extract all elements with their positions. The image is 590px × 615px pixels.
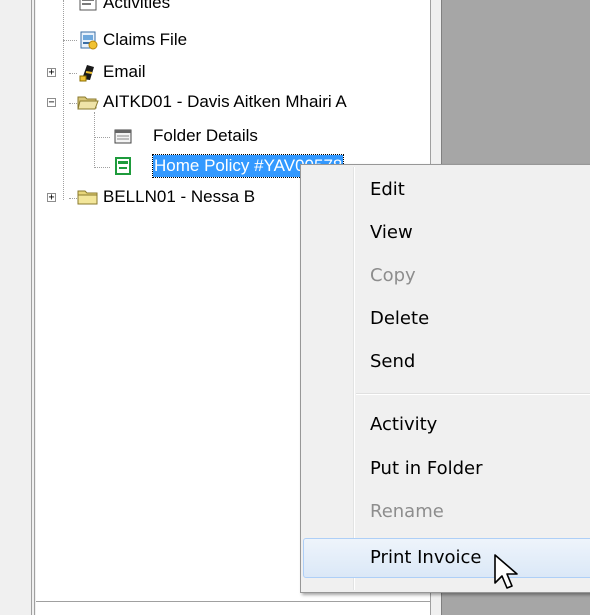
menu-item-copy[interactable]: Copy bbox=[303, 256, 590, 296]
menu-item-label: View bbox=[370, 222, 413, 243]
email-icon bbox=[78, 62, 98, 82]
activities-icon bbox=[78, 0, 98, 13]
menu-item-view[interactable]: View bbox=[303, 213, 590, 253]
menu-item-delete[interactable]: Delete bbox=[303, 299, 590, 339]
tree-item-label: Email bbox=[103, 62, 146, 81]
tree-item-claims-file[interactable]: Claims File bbox=[36, 29, 430, 51]
menu-item-activity[interactable]: Activity bbox=[303, 405, 590, 445]
tree-item-label: AITKD01 - Davis Aitken Mhairi A bbox=[103, 92, 347, 111]
expand-button[interactable]: + bbox=[47, 193, 56, 203]
menu-item-put-in-folder[interactable]: Put in Folder bbox=[303, 449, 590, 489]
tree-item-label: Folder Details bbox=[153, 126, 258, 145]
tree-item-label: Activities bbox=[103, 0, 171, 12]
mouse-pointer-icon bbox=[493, 553, 525, 593]
expand-button[interactable]: + bbox=[47, 68, 56, 78]
panel-bottom-border bbox=[36, 601, 430, 602]
menu-item-print-invoice[interactable]: Print Invoice bbox=[303, 538, 590, 578]
tree-item-email[interactable]: + Email bbox=[36, 61, 430, 83]
menu-item-rename[interactable]: Rename bbox=[303, 492, 590, 532]
tree-item-label: BELLN01 - Nessa B bbox=[103, 187, 256, 206]
tree-item-folder-details[interactable]: Folder Details bbox=[36, 125, 430, 147]
policy-document-icon bbox=[113, 156, 133, 176]
menu-item-label: Print Invoice bbox=[370, 547, 482, 568]
context-menu: Edit View Copy Delete Send Activity Put … bbox=[300, 164, 590, 593]
menu-item-label: Edit bbox=[370, 179, 405, 200]
menu-item-label: Send bbox=[370, 351, 416, 372]
tree-item-aitkd01[interactable]: − AITKD01 - Davis Aitken Mhairi A bbox=[36, 91, 430, 113]
collapse-button[interactable]: − bbox=[47, 98, 56, 108]
menu-item-label: Copy bbox=[370, 265, 416, 286]
menu-item-edit[interactable]: Edit bbox=[303, 170, 590, 210]
menu-item-label: Put in Folder bbox=[370, 458, 483, 479]
menu-item-label: Delete bbox=[370, 308, 430, 329]
folder-icon bbox=[76, 187, 100, 207]
menu-item-label: Activity bbox=[370, 414, 438, 435]
menu-item-label: Rename bbox=[370, 501, 444, 522]
left-frame bbox=[0, 0, 36, 615]
open-folder-icon bbox=[76, 92, 100, 112]
folder-details-icon bbox=[113, 126, 133, 146]
menu-item-send[interactable]: Send bbox=[303, 342, 590, 382]
tree-item-label: Claims File bbox=[103, 30, 188, 49]
tree-item-activities[interactable]: Activities bbox=[36, 0, 430, 14]
claims-file-icon bbox=[78, 30, 98, 50]
